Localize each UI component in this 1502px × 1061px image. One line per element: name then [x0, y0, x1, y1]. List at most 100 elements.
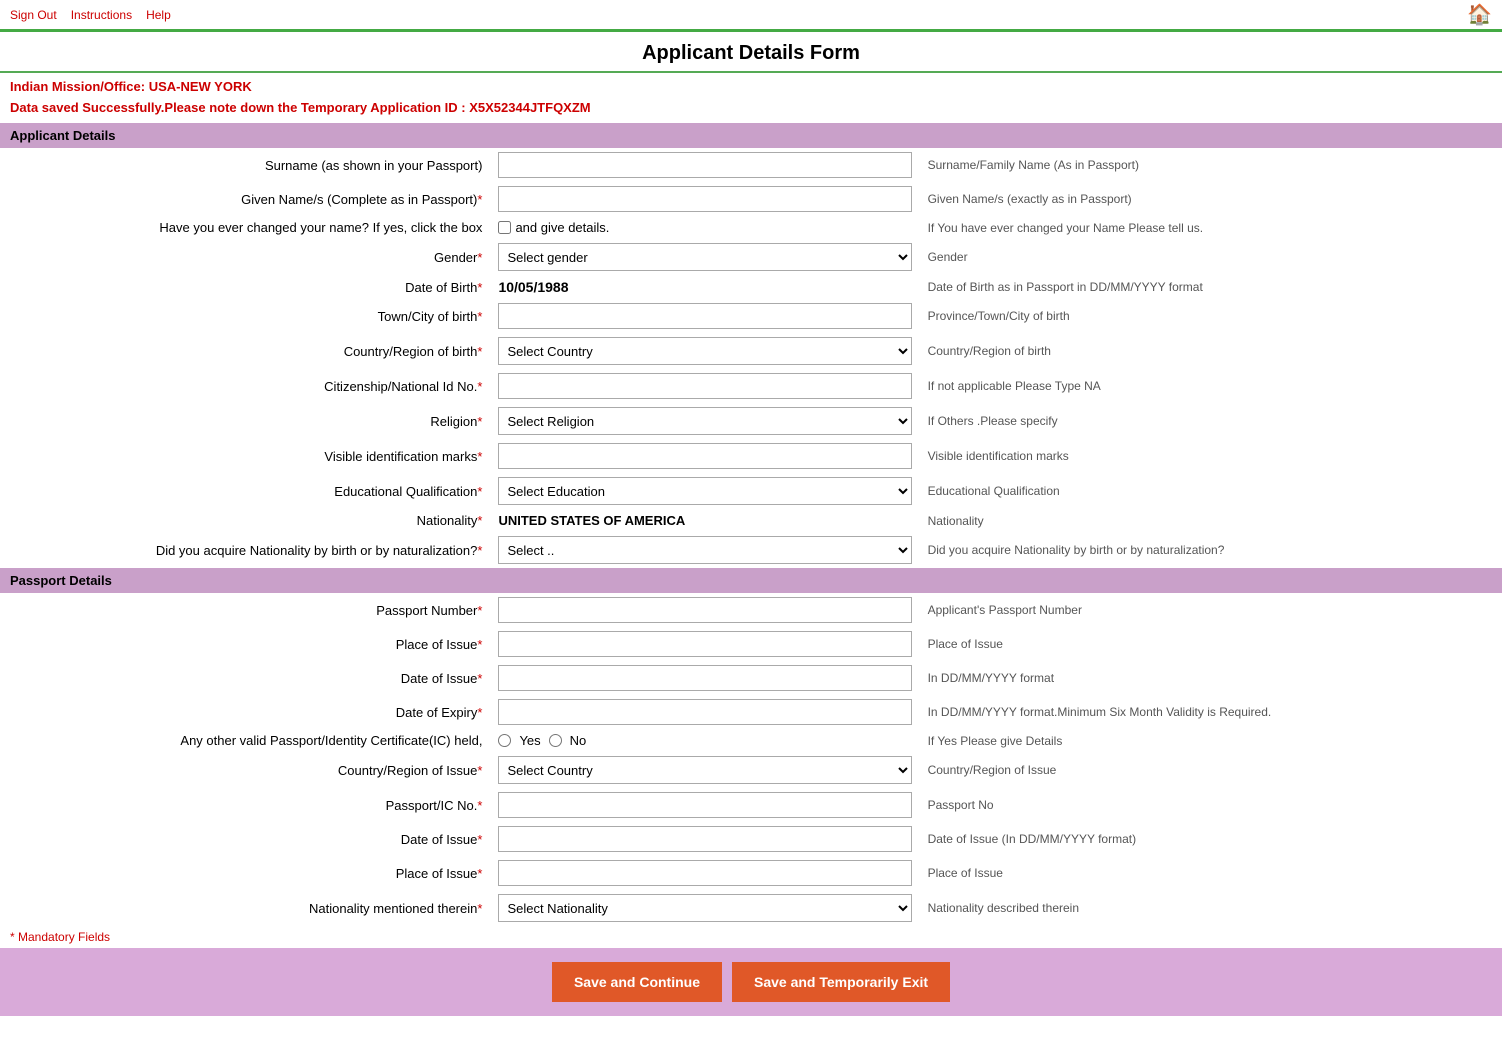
visible-marks-input-cell [490, 439, 919, 473]
acquired-input-cell: Select .. By Birth By Naturalization [490, 532, 919, 568]
passport-ic-hint: Passport No [920, 788, 1502, 822]
place-issue-hint: Place of Issue [920, 627, 1502, 661]
town-row: Town/City of birth* Province/Town/City o… [0, 299, 1502, 333]
help-link[interactable]: Help [146, 8, 171, 22]
place-issue2-input[interactable] [498, 860, 911, 886]
country-birth-select[interactable]: Select Country [498, 337, 911, 365]
home-icon[interactable]: 🏠 [1467, 2, 1492, 27]
acquired-hint: Did you acquire Nationality by birth or … [920, 532, 1502, 568]
education-row: Educational Qualification* Select Educat… [0, 473, 1502, 509]
citizenship-label: Citizenship/National Id No.* [0, 369, 490, 403]
passport-number-row: Passport Number* Applicant's Passport Nu… [0, 593, 1502, 627]
mission-label: Indian Mission/Office: [10, 79, 145, 94]
name-change-checkbox[interactable] [498, 221, 511, 234]
place-issue-row: Place of Issue* Place of Issue [0, 627, 1502, 661]
name-change-input-cell: and give details. [490, 216, 919, 239]
date-issue-input[interactable] [498, 665, 911, 691]
nationality-therein-hint: Nationality described therein [920, 890, 1502, 926]
gender-select[interactable]: Select gender Male Female Other [498, 243, 911, 271]
other-passport-yes-radio[interactable] [498, 734, 511, 747]
nationality-value: UNITED STATES OF AMERICA [498, 513, 685, 528]
acquired-select[interactable]: Select .. By Birth By Naturalization [498, 536, 911, 564]
passport-number-hint: Applicant's Passport Number [920, 593, 1502, 627]
religion-row: Religion* Select Religion Hindu Muslim C… [0, 403, 1502, 439]
date-expiry-label: Date of Expiry* [0, 695, 490, 729]
save-continue-button[interactable]: Save and Continue [552, 962, 722, 1002]
name-change-label: Have you ever changed your name? If yes,… [0, 216, 490, 239]
passport-number-input-cell [490, 593, 919, 627]
education-select[interactable]: Select Education Below Matriculation Mat… [498, 477, 911, 505]
nationality-therein-input-cell: Select Nationality [490, 890, 919, 926]
dob-value: 10/05/1988 [498, 279, 568, 295]
education-label: Educational Qualification* [0, 473, 490, 509]
page-wrapper: Sign Out Instructions Help 🏠 Applicant D… [0, 0, 1502, 1016]
nationality-therein-label: Nationality mentioned therein* [0, 890, 490, 926]
other-passport-row: Any other valid Passport/Identity Certif… [0, 729, 1502, 752]
nationality-therein-row: Nationality mentioned therein* Select Na… [0, 890, 1502, 926]
mission-line: Indian Mission/Office: USA-NEW YORK [0, 73, 1502, 96]
passport-number-input[interactable] [498, 597, 911, 623]
visible-marks-hint: Visible identification marks [920, 439, 1502, 473]
citizenship-input[interactable] [498, 373, 911, 399]
country-issue-row: Country/Region of Issue* Select Country … [0, 752, 1502, 788]
country-birth-hint: Country/Region of birth [920, 333, 1502, 369]
nationality-label: Nationality* [0, 509, 490, 532]
nationality-row: Nationality* UNITED STATES OF AMERICA Na… [0, 509, 1502, 532]
gender-label: Gender* [0, 239, 490, 275]
country-birth-row: Country/Region of birth* Select Country … [0, 333, 1502, 369]
town-input-cell [490, 299, 919, 333]
date-issue-hint: In DD/MM/YYYY format [920, 661, 1502, 695]
visible-marks-row: Visible identification marks* Visible id… [0, 439, 1502, 473]
dob-label: Date of Birth* [0, 275, 490, 299]
other-passport-no-radio[interactable] [549, 734, 562, 747]
signout-link[interactable]: Sign Out [10, 8, 57, 22]
passport-ic-row: Passport/IC No.* Passport No [0, 788, 1502, 822]
country-birth-label: Country/Region of birth* [0, 333, 490, 369]
applicant-form-table: Surname (as shown in your Passport) Surn… [0, 148, 1502, 568]
religion-select[interactable]: Select Religion Hindu Muslim Christian S… [498, 407, 911, 435]
given-name-label: Given Name/s (Complete as in Passport)* [0, 182, 490, 216]
nationality-therein-select[interactable]: Select Nationality [498, 894, 911, 922]
acquired-label: Did you acquire Nationality by birth or … [0, 532, 490, 568]
dob-value-cell: 10/05/1988 [490, 275, 919, 299]
date-issue-label: Date of Issue* [0, 661, 490, 695]
passport-ic-input-cell [490, 788, 919, 822]
other-passport-label: Any other valid Passport/Identity Certif… [0, 729, 490, 752]
name-change-suffix: and give details. [515, 220, 609, 235]
dob-row: Date of Birth* 10/05/1988 Date of Birth … [0, 275, 1502, 299]
place-issue2-input-cell [490, 856, 919, 890]
country-issue-hint: Country/Region of Issue [920, 752, 1502, 788]
top-nav: Sign Out Instructions Help 🏠 [0, 0, 1502, 32]
education-hint: Educational Qualification [920, 473, 1502, 509]
nationality-hint: Nationality [920, 509, 1502, 532]
date-issue2-input[interactable] [498, 826, 911, 852]
town-label: Town/City of birth* [0, 299, 490, 333]
date-issue-row: Date of Issue* In DD/MM/YYYY format [0, 661, 1502, 695]
visible-marks-label: Visible identification marks* [0, 439, 490, 473]
given-name-input[interactable] [498, 186, 911, 212]
date-expiry-input[interactable] [498, 699, 911, 725]
town-input[interactable] [498, 303, 911, 329]
surname-input[interactable] [498, 152, 911, 178]
mandatory-note: * Mandatory Fields [0, 926, 1502, 948]
other-passport-no-label: No [570, 733, 587, 748]
page-title: Applicant Details Form [0, 32, 1502, 73]
save-exit-button[interactable]: Save and Temporarily Exit [732, 962, 950, 1002]
date-issue-input-cell [490, 661, 919, 695]
visible-marks-input[interactable] [498, 443, 911, 469]
place-issue2-hint: Place of Issue [920, 856, 1502, 890]
date-issue2-label: Date of Issue* [0, 822, 490, 856]
given-name-input-cell [490, 182, 919, 216]
nationality-value-cell: UNITED STATES OF AMERICA [490, 509, 919, 532]
other-passport-hint: If Yes Please give Details [920, 729, 1502, 752]
surname-row: Surname (as shown in your Passport) Surn… [0, 148, 1502, 182]
instructions-link[interactable]: Instructions [71, 8, 132, 22]
religion-label: Religion* [0, 403, 490, 439]
education-input-cell: Select Education Below Matriculation Mat… [490, 473, 919, 509]
passport-section-header: Passport Details [0, 568, 1502, 593]
passport-ic-input[interactable] [498, 792, 911, 818]
citizenship-input-cell [490, 369, 919, 403]
place-issue-input[interactable] [498, 631, 911, 657]
country-issue-select[interactable]: Select Country [498, 756, 911, 784]
other-passport-yes-label: Yes [519, 733, 540, 748]
